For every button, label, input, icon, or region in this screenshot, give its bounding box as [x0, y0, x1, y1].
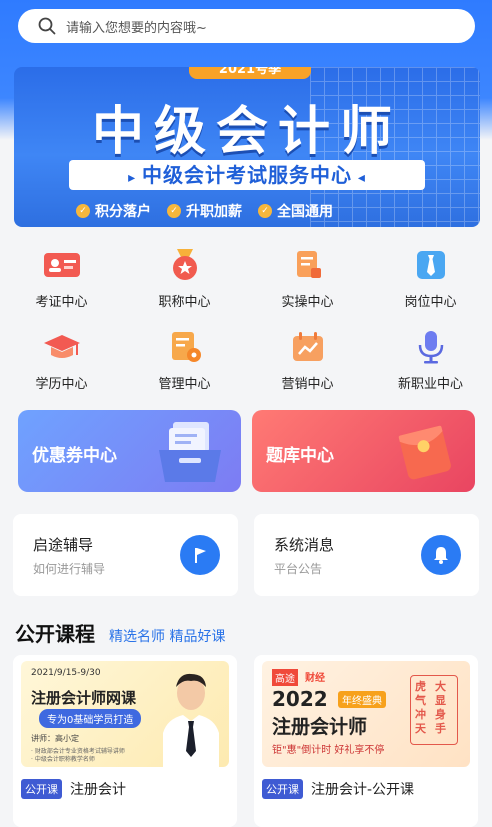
category-label: 营销中心: [281, 377, 334, 392]
notice-subtitle: 平台公告: [274, 562, 323, 576]
category-exam-center[interactable]: 考证中心: [0, 243, 123, 315]
category-label: 考证中心: [35, 295, 88, 310]
red-envelope-icon: [398, 425, 451, 480]
banner-subtitle: 中级会计考试服务中心: [142, 163, 352, 187]
banner-year: 2021号季: [189, 67, 311, 79]
course-footer: 公开课 注册会计-公开课: [262, 779, 414, 799]
question-bank-label: 题库中心: [266, 446, 334, 466]
promo-banner[interactable]: 2021号季 中级会计师 ▸ 中级会计考试服务中心 ◂ ✓ 积分落户 ✓ 升职加薪 …: [14, 67, 480, 227]
file-tray-icon: [159, 422, 221, 482]
couplet-text: 大显身手: [435, 680, 446, 735]
banner-tag: ✓ 积分落户: [76, 201, 151, 221]
document-icon: [286, 243, 330, 287]
category-label: 新职业中心: [397, 377, 463, 392]
course-thumbnail: 2021/9/15-9/30 注册会计师网课 专为0基础学员打造 讲师：高小定 …: [21, 661, 229, 767]
category-label: 管理中心: [158, 377, 211, 392]
notice-card[interactable]: 系统消息 平台公告: [254, 514, 479, 596]
notice-title: 系统消息: [274, 536, 335, 554]
course-name: 注册会计: [70, 782, 126, 798]
arrow-right-icon: ◂: [352, 170, 366, 186]
category-education-center[interactable]: 学历中心: [0, 325, 123, 397]
banner-tag: ✓ 全国通用: [258, 201, 333, 221]
banner-title: 中级会计师: [91, 102, 402, 162]
course-footer: 公开课 注册会计: [21, 779, 126, 799]
category-management-center[interactable]: 管理中心: [123, 325, 246, 397]
category-title-center[interactable]: 职称中心: [123, 243, 246, 315]
course-badge: 公开课: [262, 779, 303, 799]
question-bank-card[interactable]: 题库中心: [252, 410, 475, 492]
course-card[interactable]: 2021/9/15-9/30 注册会计师网课 专为0基础学员打造 讲师：高小定 …: [13, 655, 237, 827]
id-card-icon: [40, 243, 84, 287]
category-label: 学历中心: [35, 377, 88, 392]
brand-label: 财经: [305, 673, 325, 684]
guide-card[interactable]: 启途辅导 如何进行辅导: [13, 514, 238, 596]
banner-subtitle-box: ▸ 中级会计考试服务中心 ◂: [69, 160, 425, 190]
medal-icon: [163, 243, 207, 287]
couplet-box: 虎气冲天 大显身手: [410, 675, 458, 745]
category-job-center[interactable]: 岗位中心: [369, 243, 492, 315]
bell-icon: [434, 547, 448, 564]
course-thumbnail: 高途 财经 2022 年终盛典 注册会计师 钜"惠"倒计时 好礼享不停 虎气冲天…: [262, 661, 470, 767]
search-icon: [38, 17, 56, 35]
course-event-tag: 年终盛典: [338, 691, 386, 708]
coupon-center-label: 优惠券中心: [32, 446, 117, 466]
category-new-career-center[interactable]: 新职业中心: [369, 325, 492, 397]
course-pill: 专为0基础学员打造: [39, 709, 142, 728]
check-icon: ✓: [258, 204, 272, 218]
teacher-avatar: [163, 673, 219, 767]
coupon-center-card[interactable]: 优惠券中心: [18, 410, 241, 492]
search-bar[interactable]: 请输入您想要的内容哦~: [18, 9, 475, 43]
category-label: 实操中心: [281, 295, 334, 310]
course-lecturer-note: · 中级会计职称教学名师: [31, 756, 95, 763]
course-headline: 注册会计师: [272, 716, 368, 738]
check-icon: ✓: [167, 204, 181, 218]
guide-title: 启途辅导: [33, 536, 94, 554]
clipboard-gear-icon: [163, 325, 207, 369]
category-label: 岗位中心: [404, 295, 457, 310]
calendar-chart-icon: [286, 325, 330, 369]
course-promo: 钜"惠"倒计时 好礼享不停: [272, 745, 385, 756]
arrow-left-icon: ▸: [128, 170, 142, 186]
graduation-cap-icon: [40, 325, 84, 369]
course-year: 2022: [272, 687, 328, 711]
section-subtitle: 精选名师 精品好课: [109, 629, 226, 645]
flag-icon: [195, 548, 206, 563]
course-lecturer: 讲师：高小定: [31, 734, 79, 743]
section-header: 公开课程 精选名师 精品好课: [15, 618, 225, 647]
course-name: 注册会计-公开课: [311, 782, 415, 798]
category-grid: 考证中心 职称中心 实操中心 岗位中心 学历中心 管理中心 营销中心 新职业中心: [0, 243, 492, 397]
category-label: 职称中心: [158, 295, 211, 310]
guide-subtitle: 如何进行辅导: [33, 562, 106, 576]
tie-icon: [409, 243, 453, 287]
microphone-icon: [409, 325, 453, 369]
banner-tags: ✓ 积分落户 ✓ 升职加薪 ✓ 全国通用: [76, 201, 333, 221]
category-marketing-center[interactable]: 营销中心: [246, 325, 369, 397]
search-placeholder: 请输入您想要的内容哦~: [66, 20, 207, 36]
brand-label: 高途: [272, 669, 298, 686]
bell-button[interactable]: [421, 535, 461, 575]
course-badge: 公开课: [21, 779, 62, 799]
category-practice-center[interactable]: 实操中心: [246, 243, 369, 315]
flag-button[interactable]: [180, 535, 220, 575]
course-date: 2021/9/15-9/30: [31, 668, 101, 678]
banner-tag: ✓ 升职加薪: [167, 201, 242, 221]
section-title: 公开课程: [15, 622, 95, 646]
course-card[interactable]: 高途 财经 2022 年终盛典 注册会计师 钜"惠"倒计时 好礼享不停 虎气冲天…: [254, 655, 478, 827]
couplet-text: 虎气冲天: [415, 680, 426, 735]
course-headline: 注册会计师网课: [31, 689, 137, 707]
check-icon: ✓: [76, 204, 90, 218]
